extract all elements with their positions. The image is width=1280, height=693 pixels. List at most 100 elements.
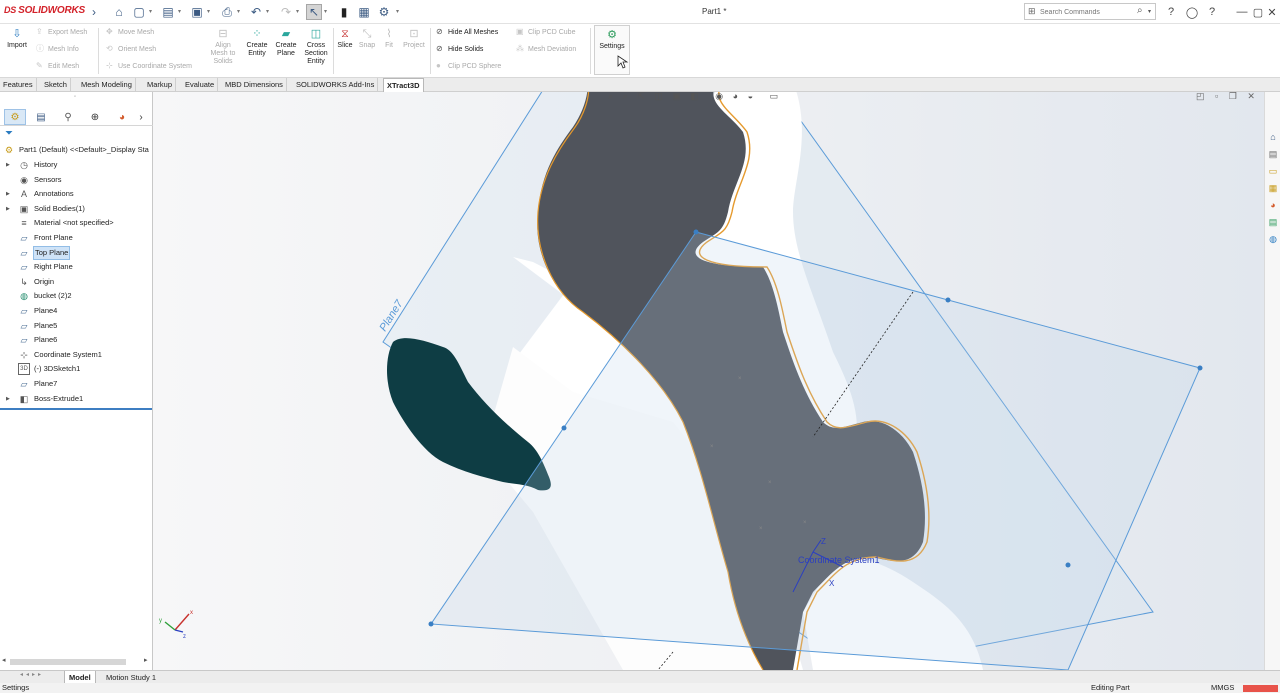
home-icon[interactable]: ⌂: [111, 4, 127, 20]
tree-item[interactable]: ▱ Right Plane: [0, 260, 153, 274]
tree-root-part[interactable]: ⚙ Part1 (Default) <<Default>_Display Sta: [0, 143, 153, 157]
tab-sketch[interactable]: Sketch: [41, 78, 71, 92]
tree-item[interactable]: ▶ ▣ Solid Bodies(1): [0, 202, 153, 216]
mesh-deviation-button[interactable]: ⁂ Mesh Deviation: [516, 43, 576, 55]
minimize-view-icon[interactable]: ▫: [1215, 92, 1218, 101]
chevron-down-icon[interactable]: ▾: [178, 8, 181, 15]
display-manager-tab-icon[interactable]: ◕: [111, 109, 133, 125]
rebuild-traffic-light-icon[interactable]: ▮: [336, 4, 352, 20]
move-mesh-button[interactable]: ✥ Move Mesh: [106, 26, 154, 38]
plane-handle[interactable]: [945, 297, 951, 303]
appearance-icon[interactable]: ◕: [733, 92, 738, 101]
feature-manager-tab-icon[interactable]: ⚙: [4, 109, 26, 125]
print-icon[interactable]: ⎙: [219, 4, 235, 20]
use-coordinate-system-button[interactable]: ⊹ Use Coordinate System: [106, 60, 192, 72]
help-question-icon[interactable]: ?: [1204, 4, 1220, 20]
property-manager-tab-icon[interactable]: ▤: [30, 109, 52, 125]
tree-item[interactable]: ▶ A Annotations: [0, 187, 153, 201]
plane-handle[interactable]: [1197, 365, 1203, 371]
chevron-down-icon[interactable]: ▾: [1148, 8, 1151, 15]
tab-evaluate[interactable]: Evaluate: [182, 78, 219, 92]
chevron-down-icon[interactable]: ▾: [149, 8, 152, 15]
plane-handle[interactable]: [1065, 562, 1071, 568]
chevron-down-icon[interactable]: ▾: [296, 8, 299, 15]
collapse-menu-icon[interactable]: ›: [86, 4, 102, 20]
chevron-right-icon[interactable]: ›: [134, 109, 148, 125]
display-style-icon[interactable]: ◧: [690, 92, 699, 101]
cross-section-entity-button[interactable]: ◫ Cross Section Entity: [301, 27, 331, 66]
restore-view-icon[interactable]: ❐: [1229, 92, 1237, 101]
panel-grip-icon[interactable]: ◦: [74, 94, 76, 100]
user-account-icon[interactable]: ◯: [1184, 4, 1200, 20]
configuration-manager-tab-icon[interactable]: ⚲: [57, 109, 79, 125]
previous-view-icon[interactable]: ⇱: [637, 92, 645, 101]
view-settings-icon[interactable]: ▭: [770, 92, 779, 101]
tree-item[interactable]: ↳ Origin: [0, 275, 153, 289]
chevron-down-icon[interactable]: ▾: [396, 8, 399, 15]
tab-solidworks-add-ins[interactable]: SOLIDWORKS Add-Ins: [293, 78, 379, 92]
hide-show-icon[interactable]: ◉: [715, 92, 723, 101]
orient-mesh-button[interactable]: ⟲ Orient Mesh: [106, 43, 156, 55]
appearances-icon[interactable]: ◕: [1267, 199, 1279, 211]
tree-item[interactable]: ▱ Plane6: [0, 333, 153, 347]
tree-item[interactable]: ≡ Material <not specified>: [0, 216, 153, 230]
design-library-icon[interactable]: ▤: [1267, 148, 1279, 160]
new-document-icon[interactable]: ▢: [131, 4, 147, 20]
tree-item[interactable]: ▶ ◧ Boss-Extrude1: [0, 392, 153, 406]
redo-icon[interactable]: ↷: [278, 4, 294, 20]
search-scope-icon[interactable]: ⊞: [1028, 6, 1036, 17]
tree-item[interactable]: ▱ Plane7: [0, 377, 153, 391]
status-units[interactable]: MMGS: [1211, 683, 1234, 693]
edit-mesh-button[interactable]: ✎ Edit Mesh: [36, 60, 79, 72]
create-plane-button[interactable]: ▰ Create Plane: [272, 27, 300, 58]
close-window-icon[interactable]: ✕: [1264, 4, 1280, 20]
plane-handle[interactable]: [561, 425, 567, 431]
open-folder-icon[interactable]: ▤: [160, 4, 176, 20]
snap-button[interactable]: ⤡ Snap: [357, 27, 377, 50]
tree-item[interactable]: ▶ ◷ History: [0, 158, 153, 172]
chevron-down-icon[interactable]: ▾: [324, 8, 327, 15]
plane-handle[interactable]: [693, 229, 699, 235]
scroll-left-icon[interactable]: ◂: [2, 656, 6, 664]
scroll-right-icon[interactable]: ▸: [144, 656, 148, 664]
help-icon[interactable]: ?: [1163, 4, 1179, 20]
horizontal-scrollbar[interactable]: ◂ ▸: [2, 656, 150, 666]
chevron-down-icon[interactable]: ▾: [237, 8, 240, 15]
search-input[interactable]: [1040, 6, 1136, 18]
graphics-area[interactable]: × × × × × Plane7 Z X Coordinate System1 …: [153, 92, 1264, 670]
community-forum-icon[interactable]: ◍: [1267, 233, 1279, 245]
plane-handle[interactable]: [428, 621, 434, 627]
create-entity-button[interactable]: ⁘ Create Entity: [243, 27, 271, 58]
undo-icon[interactable]: ↶: [248, 4, 264, 20]
tab-scroll-arrows-icon[interactable]: ◂◂▸▸: [20, 671, 44, 678]
search-commands-box[interactable]: ⊞ ⌕ ▾: [1024, 3, 1156, 20]
close-view-icon[interactable]: ✕: [1247, 92, 1255, 101]
chevron-down-icon[interactable]: ▾: [266, 8, 269, 15]
save-icon[interactable]: ▣: [189, 4, 205, 20]
minimize-window-icon[interactable]: —: [1234, 4, 1250, 20]
chevron-down-icon[interactable]: ▾: [207, 8, 210, 15]
section-view-icon[interactable]: ◫: [654, 92, 663, 101]
clip-pcd-sphere-button[interactable]: ● Clip PCD Sphere: [436, 60, 501, 72]
export-mesh-button[interactable]: ⇪ Export Mesh: [36, 26, 87, 38]
scroll-thumb[interactable]: [10, 659, 126, 665]
tree-item[interactable]: ▱ Top Plane: [0, 245, 153, 260]
fit-button[interactable]: ⌇ Fit: [380, 27, 398, 50]
expand-arrow-icon[interactable]: ▶: [6, 187, 10, 201]
import-button[interactable]: ⇩ Import: [4, 27, 30, 50]
tree-item[interactable]: ▱ Plane4: [0, 304, 153, 318]
status-indicator-icon[interactable]: [1243, 685, 1278, 692]
zoom-area-icon[interactable]: ⌕: [623, 92, 628, 101]
zoom-to-fit-icon[interactable]: ⌕: [608, 92, 613, 101]
expand-arrow-icon[interactable]: ▶: [6, 158, 10, 172]
file-properties-icon[interactable]: ▦: [356, 4, 372, 20]
project-button[interactable]: ⊡ Project: [401, 27, 427, 50]
rollback-bar[interactable]: [0, 408, 152, 410]
tree-item[interactable]: ⊹ Coordinate System1: [0, 348, 153, 362]
solidworks-resources-icon[interactable]: ⌂: [1267, 131, 1279, 143]
expand-arrow-icon[interactable]: ▶: [6, 202, 10, 216]
hide-solids-button[interactable]: ⊘ Hide Solids: [436, 43, 483, 55]
tab-features[interactable]: Features: [0, 78, 37, 92]
hide-all-meshes-button[interactable]: ⊘ Hide All Meshes: [436, 26, 498, 38]
slice-button[interactable]: ⧖ Slice: [335, 27, 355, 50]
